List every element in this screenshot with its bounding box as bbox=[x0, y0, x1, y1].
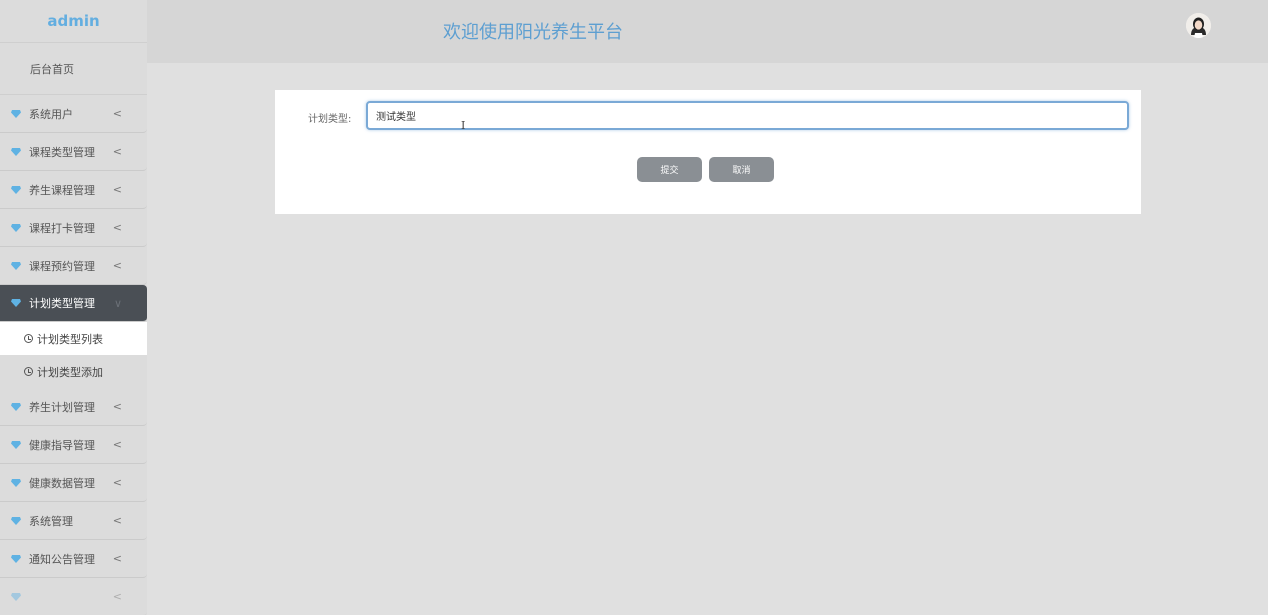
gem-icon bbox=[11, 592, 21, 601]
plan-type-input[interactable] bbox=[366, 101, 1129, 130]
chevron-left-icon: < bbox=[112, 400, 122, 413]
sidebar-item-system-admin[interactable]: 系统管理 < bbox=[0, 502, 147, 540]
sidebar: admin 后台首页 系统用户 < 课程类型管理 < 养生课程管理 < 课程打卡… bbox=[0, 0, 147, 615]
sidebar-subitem-plan-type-list[interactable]: 计划类型列表 bbox=[0, 322, 147, 355]
sidebar-item-partial[interactable]: < bbox=[0, 578, 147, 615]
clock-icon bbox=[24, 367, 33, 376]
sidebar-item-label: 健康数据管理 bbox=[29, 476, 95, 490]
sidebar-item-course-type[interactable]: 课程类型管理 < bbox=[0, 133, 147, 171]
form-panel: 计划类型: I 提交 取消 bbox=[275, 90, 1141, 214]
sidebar-item-label: 课程预约管理 bbox=[29, 259, 95, 273]
gem-icon bbox=[11, 185, 21, 194]
gem-icon bbox=[11, 402, 21, 411]
sidebar-item-system-users[interactable]: 系统用户 < bbox=[0, 95, 147, 133]
gem-icon bbox=[11, 299, 21, 307]
chevron-left-icon: < bbox=[112, 476, 122, 489]
page-title: 欢迎使用阳光养生平台 bbox=[443, 22, 623, 43]
brand-logo: admin bbox=[0, 0, 147, 43]
sidebar-item-health-data[interactable]: 健康数据管理 < bbox=[0, 464, 147, 502]
sidebar-item-label: 计划类型管理 bbox=[29, 297, 95, 310]
cancel-button[interactable]: 取消 bbox=[709, 157, 774, 182]
sidebar-item-label: 养生课程管理 bbox=[29, 183, 95, 197]
chevron-left-icon: < bbox=[112, 221, 122, 234]
sidebar-item-label: 通知公告管理 bbox=[29, 552, 95, 566]
sidebar-item-health-guidance[interactable]: 健康指导管理 < bbox=[0, 426, 147, 464]
chevron-left-icon: < bbox=[112, 552, 122, 565]
chevron-down-icon: ∨ bbox=[113, 297, 122, 310]
chevron-left-icon: < bbox=[112, 259, 122, 272]
chevron-left-icon: < bbox=[112, 145, 122, 158]
clock-icon bbox=[24, 334, 33, 343]
avatar[interactable] bbox=[1186, 13, 1211, 38]
sidebar-item-plan-type[interactable]: 计划类型管理 ∨ bbox=[0, 285, 147, 322]
chevron-left-icon: < bbox=[112, 183, 122, 196]
sidebar-item-label: 养生计划管理 bbox=[29, 400, 95, 414]
submit-button[interactable]: 提交 bbox=[637, 157, 702, 182]
user-avatar-icon bbox=[1186, 13, 1211, 38]
top-header: 欢迎使用阳光养生平台 bbox=[147, 0, 1268, 63]
sidebar-item-label: 健康指导管理 bbox=[29, 438, 95, 452]
chevron-left-icon: < bbox=[112, 438, 122, 451]
chevron-left-icon: < bbox=[112, 590, 122, 603]
sidebar-subitem-label: 计划类型列表 bbox=[37, 332, 103, 346]
gem-icon bbox=[11, 223, 21, 232]
sidebar-item-course-booking[interactable]: 课程预约管理 < bbox=[0, 247, 147, 285]
sidebar-item-label: 课程类型管理 bbox=[29, 145, 95, 159]
sidebar-item-health-plan[interactable]: 养生计划管理 < bbox=[0, 388, 147, 426]
sidebar-item-health-course[interactable]: 养生课程管理 < bbox=[0, 171, 147, 209]
sidebar-item-label: 课程打卡管理 bbox=[29, 221, 95, 235]
sidebar-item-label: 系统用户 bbox=[29, 107, 73, 121]
sidebar-item-label: 系统管理 bbox=[29, 514, 73, 528]
gem-icon bbox=[11, 109, 21, 118]
gem-icon bbox=[11, 440, 21, 449]
sidebar-item-course-checkin[interactable]: 课程打卡管理 < bbox=[0, 209, 147, 247]
gem-icon bbox=[11, 478, 21, 487]
gem-icon bbox=[11, 554, 21, 563]
sidebar-subitem-plan-type-add[interactable]: 计划类型添加 bbox=[0, 355, 147, 388]
gem-icon bbox=[11, 516, 21, 525]
gem-icon bbox=[11, 261, 21, 270]
sidebar-item-home[interactable]: 后台首页 bbox=[0, 43, 147, 95]
chevron-left-icon: < bbox=[112, 514, 122, 527]
gem-icon bbox=[11, 147, 21, 156]
chevron-left-icon: < bbox=[112, 107, 122, 120]
sidebar-item-notices[interactable]: 通知公告管理 < bbox=[0, 540, 147, 578]
plan-type-label: 计划类型: bbox=[308, 114, 352, 125]
sidebar-subitem-label: 计划类型添加 bbox=[37, 365, 103, 379]
text-cursor-icon: I bbox=[461, 119, 466, 132]
